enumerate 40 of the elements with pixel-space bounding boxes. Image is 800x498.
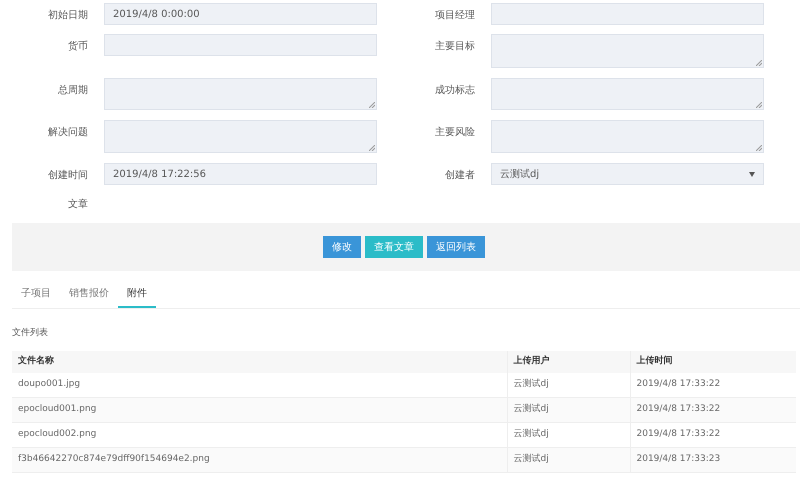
field-label: 主要风险 [434,126,476,140]
field-label: 货币 [67,40,89,54]
field-label: 创建时间 [47,168,89,183]
field-label: 成功标志 [434,84,476,98]
field-label: 解决问题 [47,126,89,140]
section-title: 文件列表 [12,327,49,340]
table-cell: doupo001.jpg [12,372,507,398]
resize-grip-icon [756,102,762,108]
field-label: 项目经理 [434,9,476,23]
table-cell: epocloud002.png [12,422,507,448]
column-header: 文件名称 [12,350,507,372]
dropdown-caret-icon [749,172,755,176]
textarea-field[interactable] [491,120,764,153]
action-button[interactable]: 返回列表 [427,236,485,258]
field-label: 主要目标 [434,40,476,54]
select-field[interactable]: 云测试dj [491,163,764,185]
table-cell: 云测试dj [507,448,630,472]
resize-grip-icon [369,102,375,108]
input-field[interactable] [491,3,764,25]
input-field[interactable]: 2019/4/8 17:22:56 [104,163,377,185]
field-label: 文章 [67,198,89,212]
resize-grip-icon [756,145,762,151]
table-cell: 2019/4/8 17:33:23 [630,448,796,472]
tab[interactable]: 附件 [118,281,156,308]
textarea-field[interactable] [491,78,764,110]
resize-grip-icon [369,145,375,151]
field-label: 创建者 [444,168,476,183]
input-field[interactable] [104,34,377,56]
field-label: 总周期 [57,84,89,98]
input-field[interactable]: 2019/4/8 0:00:00 [104,3,377,25]
textarea-field[interactable] [491,34,764,68]
table-cell: epocloud001.png [12,398,507,422]
tab[interactable]: 销售报价 [60,281,118,308]
tab[interactable]: 子项目 [12,281,60,308]
textarea-field[interactable] [104,120,377,153]
action-button[interactable]: 修改 [323,236,361,258]
resize-grip-icon [756,60,762,66]
field-label: 初始日期 [47,8,89,23]
table-cell: f3b46642270c874e79dff90f154694e2.png [12,448,507,472]
textarea-field[interactable] [104,78,377,110]
